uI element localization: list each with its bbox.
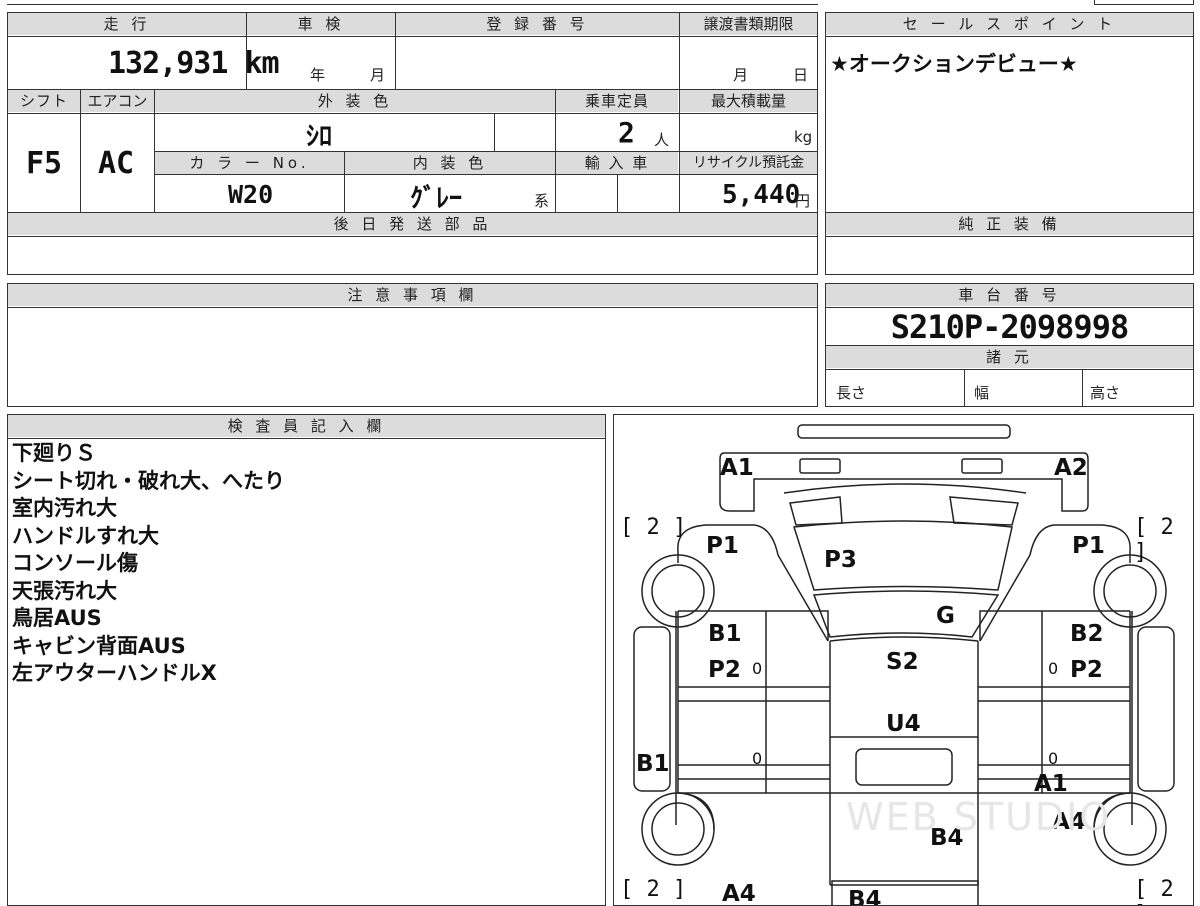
damage-label: P2 bbox=[708, 657, 741, 683]
spec-height-label: 高さ bbox=[1090, 384, 1121, 402]
header-recycle-deposit: リサイクル預託金 bbox=[680, 152, 817, 174]
damage-label: P3 bbox=[824, 547, 857, 573]
tire-mark-rear-right: [ 2 ] bbox=[1134, 877, 1174, 905]
damage-label: P1 bbox=[706, 533, 739, 559]
damage-label: A2 bbox=[1054, 455, 1088, 481]
interior-suffix: 系 bbox=[534, 192, 550, 210]
header-inspection: 車 検 bbox=[247, 13, 395, 35]
header-genuine-equipment: 純 正 装 備 bbox=[826, 213, 1193, 235]
inspector-note: シート切れ・破れ大、へたり bbox=[12, 468, 285, 493]
inspector-note: 鳥居AUS bbox=[12, 606, 102, 630]
transfer-month-label: 月 bbox=[733, 66, 749, 84]
transfer-day-label: 日 bbox=[793, 66, 809, 84]
damage-label: B1 bbox=[708, 621, 742, 647]
watermark: WEB STUDIO bbox=[846, 795, 1112, 839]
header-import: 輸 入 車 bbox=[556, 152, 678, 174]
inspection-month-label: 月 bbox=[370, 66, 386, 84]
damage-label: B2 bbox=[1070, 621, 1104, 647]
color-no-value: W20 bbox=[228, 180, 274, 209]
header-transfer-deadline: 譲渡書類期限 bbox=[680, 13, 817, 35]
header-notes: 注 意 事 項 欄 bbox=[8, 284, 817, 306]
sales-point-text: ★オークションデビュー★ bbox=[830, 52, 1078, 76]
damage-label: A1 bbox=[1034, 771, 1068, 797]
damage-label: G bbox=[936, 603, 955, 629]
header-inspector: 検 査 員 記 入 欄 bbox=[8, 415, 605, 437]
damage-label: P2 bbox=[1070, 657, 1103, 683]
inspector-notes-list: 下廻りＳ シート切れ・破れ大、へたり 室内汚れ大 ハンドルすれ大 コンソール傷 … bbox=[12, 440, 285, 688]
capacity-unit: 人 bbox=[654, 131, 670, 149]
inspection-year-label: 年 bbox=[310, 66, 326, 84]
zero-mark: 0 bbox=[752, 749, 763, 768]
damage-label: U4 bbox=[886, 711, 921, 737]
spec-length-label: 長さ bbox=[836, 384, 867, 402]
damage-diagram: [ 2 ] [ 2 ] [ 2 ] [ 2 ] A1 A2 P1 P1 P3 G… bbox=[613, 414, 1194, 906]
inspector-note: コンソール傷 bbox=[12, 551, 138, 575]
zero-mark: 0 bbox=[752, 659, 763, 678]
mileage-value: 132,931 km bbox=[108, 46, 280, 81]
inspector-note: 左アウターハンドルX bbox=[12, 661, 217, 685]
header-exterior-color: 外 装 色 bbox=[155, 90, 555, 112]
damage-label: B1 bbox=[636, 751, 670, 777]
chassis-number-value: S210P-2098998 bbox=[890, 308, 1129, 346]
inspector-note: 室内汚れ大 bbox=[12, 496, 117, 520]
shift-value: F5 bbox=[26, 146, 63, 181]
header-sales-point: セ ー ル ス ポ イ ン ト bbox=[826, 13, 1193, 35]
header-registration: 登 録 番 号 bbox=[396, 13, 679, 35]
recycle-deposit-unit: 円 bbox=[795, 192, 811, 210]
damage-label: A4 bbox=[722, 881, 756, 906]
header-color-no: カ ラ ー No. bbox=[155, 152, 344, 174]
inspector-note: 天張汚れ大 bbox=[12, 578, 117, 603]
header-shift: シフト bbox=[8, 90, 80, 112]
header-later-parts: 後 日 発 送 部 品 bbox=[8, 213, 817, 235]
damage-label: S2 bbox=[886, 649, 919, 675]
max-load-unit: kg bbox=[794, 128, 813, 146]
top-edge-fragment-right bbox=[1094, 0, 1194, 5]
inspector-note: 下廻りＳ bbox=[12, 441, 96, 465]
top-edge-fragment bbox=[7, 0, 818, 5]
tire-mark-front-left: [ 2 ] bbox=[620, 515, 687, 540]
header-interior-color: 内 装 色 bbox=[345, 152, 555, 174]
damage-label: B4 bbox=[848, 887, 882, 906]
zero-mark: 0 bbox=[1048, 749, 1059, 768]
header-aircon: エアコン bbox=[81, 90, 154, 112]
recycle-deposit-value: 5,440 bbox=[722, 180, 801, 210]
interior-color-value: ｸﾞﾚｰ bbox=[410, 184, 463, 214]
inspector-note: キャビン背面AUS bbox=[12, 633, 186, 658]
exterior-color-value: ｼﾛ bbox=[306, 122, 333, 152]
header-capacity: 乗車定員 bbox=[556, 90, 678, 112]
spec-width-label: 幅 bbox=[974, 384, 990, 402]
zero-mark: 0 bbox=[1048, 659, 1059, 678]
aircon-value: AC bbox=[98, 146, 135, 181]
header-specs: 諸 元 bbox=[826, 346, 1193, 368]
damage-label: P1 bbox=[1072, 533, 1105, 559]
inspector-note: ハンドルすれ大 bbox=[12, 523, 159, 548]
damage-label: A1 bbox=[720, 455, 754, 481]
tire-mark-rear-left: [ 2 ] bbox=[620, 877, 687, 902]
header-mileage: 走 行 bbox=[8, 13, 246, 35]
capacity-value: 2 bbox=[618, 116, 635, 149]
tire-mark-front-right: [ 2 ] bbox=[1134, 515, 1174, 565]
header-chassis-number: 車 台 番 号 bbox=[826, 284, 1193, 306]
header-max-load: 最大積載量 bbox=[680, 90, 817, 112]
